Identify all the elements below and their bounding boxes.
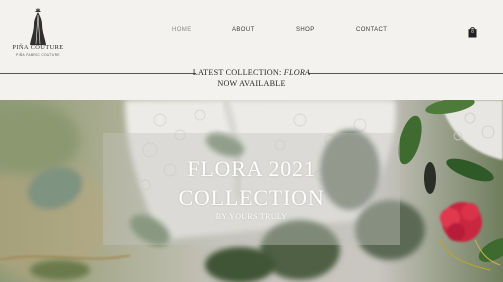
announcement-line1: LATEST COLLECTION: FLORA: [0, 67, 503, 78]
hero-title-line1: FLORA 2021: [187, 156, 316, 181]
site-header: PIÑA COUTURE PIÑA FABRIC COUTURE HOME AB…: [0, 0, 503, 100]
main-nav: HOME ABOUT SHOP CONTACT: [0, 27, 503, 37]
announcement: LATEST COLLECTION: FLORA NOW AVAILABLE: [0, 67, 503, 89]
nav-shop[interactable]: SHOP: [296, 27, 315, 33]
nav-about[interactable]: ABOUT: [232, 27, 255, 33]
cart-count: 0: [471, 28, 474, 34]
brand-name: PIÑA COUTURE: [12, 44, 64, 51]
brand-tagline: PIÑA FABRIC COUTURE: [16, 53, 60, 57]
hero-title-line2: COLLECTION: [178, 185, 325, 210]
nav-home[interactable]: HOME: [172, 27, 192, 33]
announcement-line2: NOW AVAILABLE: [217, 79, 286, 88]
nav-contact[interactable]: CONTACT: [356, 27, 387, 33]
hero-banner: FLORA 2021 COLLECTION BY YOURS TRULY: [0, 100, 503, 282]
cart-button[interactable]: 0: [468, 25, 477, 38]
announcement-prefix: LATEST COLLECTION:: [192, 68, 284, 77]
announcement-collection: FLORA: [283, 68, 311, 77]
hero-subtitle: BY YOURS TRULY: [215, 212, 288, 221]
